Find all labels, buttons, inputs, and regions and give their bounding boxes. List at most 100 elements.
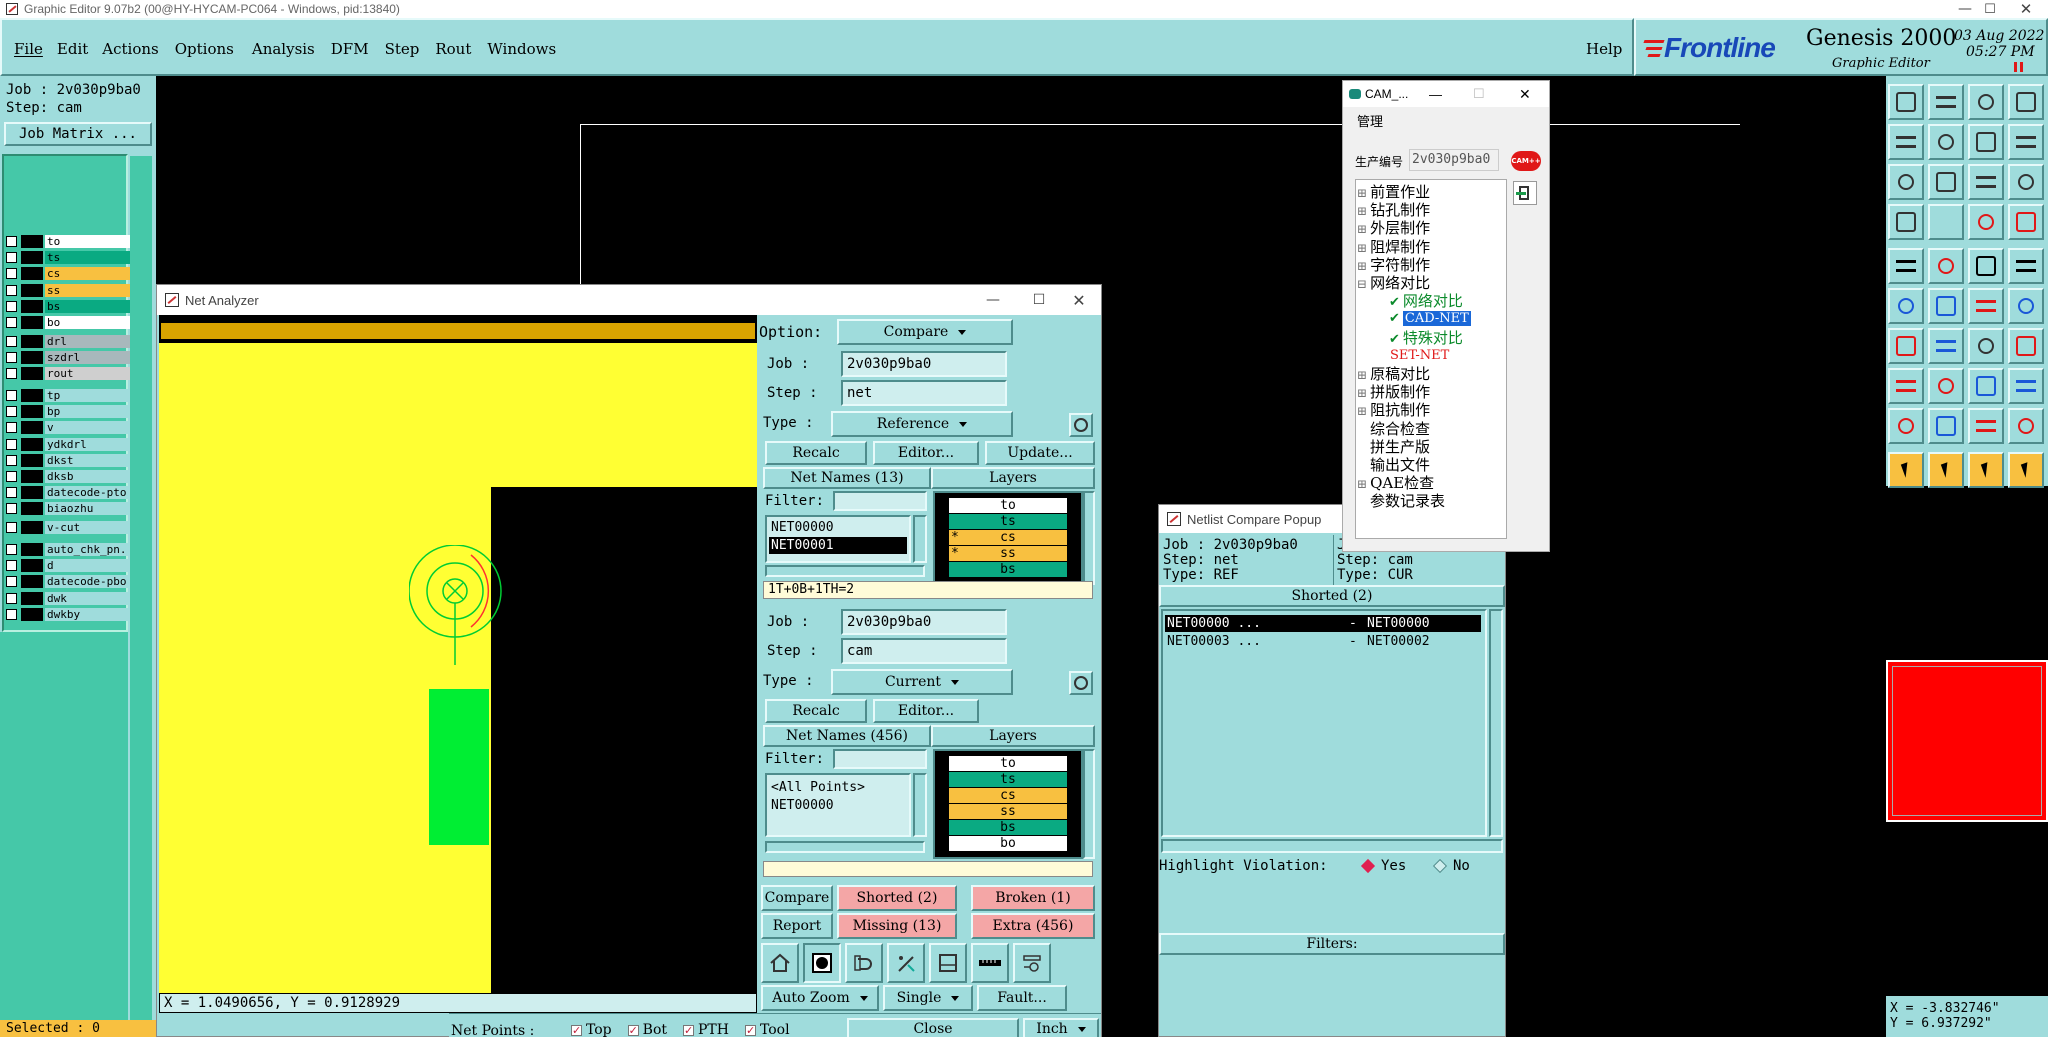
layer-checkbox[interactable] bbox=[6, 608, 17, 620]
menu-dfm[interactable]: DFM bbox=[331, 40, 369, 58]
ref-job-field[interactable]: 2v030p9ba0 bbox=[841, 351, 1007, 377]
layer-row[interactable]: datecode-pto bbox=[6, 485, 131, 500]
cam-tree-item[interactable]: 参数记录表 bbox=[1357, 490, 1445, 511]
dot-tool-button[interactable] bbox=[2008, 248, 2044, 284]
layer-row[interactable]: szdrl bbox=[6, 350, 131, 365]
net-list-item[interactable]: <All Points> bbox=[769, 779, 907, 796]
auto-zoom-dropdown[interactable]: Auto Zoom bbox=[761, 985, 879, 1011]
net-red-2-tool-button[interactable] bbox=[2008, 204, 2044, 240]
net-point-bot-checkbox[interactable]: ✓ Bot bbox=[627, 1022, 667, 1037]
cam-badge-icon[interactable]: CAM++ bbox=[1511, 151, 1541, 171]
layer-row[interactable]: d bbox=[6, 558, 131, 573]
net-point-pth-checkbox[interactable]: ✓ PTH bbox=[683, 1022, 729, 1037]
measure-tool-button[interactable] bbox=[1968, 248, 2004, 284]
cross-tool-button[interactable] bbox=[1928, 288, 1964, 324]
measure-tool-button[interactable] bbox=[971, 943, 1009, 983]
layer-row[interactable]: datecode-pbo bbox=[6, 574, 131, 589]
link-tool-button[interactable] bbox=[1968, 288, 2004, 324]
layer-row[interactable]: bs bbox=[6, 299, 131, 314]
layer-row[interactable]: bo bbox=[6, 315, 131, 330]
scale-tool-button[interactable] bbox=[1968, 164, 2004, 200]
layer-checkbox[interactable] bbox=[6, 268, 17, 280]
net-red-tool-button[interactable] bbox=[1968, 204, 2004, 240]
layer-row[interactable]: cs bbox=[6, 266, 131, 281]
settings-tool-button[interactable] bbox=[1013, 943, 1051, 983]
na-close-icon[interactable]: ✕ bbox=[1059, 285, 1099, 315]
menu-step[interactable]: Step bbox=[385, 40, 420, 58]
broken-button[interactable]: Broken (1) bbox=[971, 885, 1095, 911]
cam-tree-item[interactable]: ✔ CAD-NET bbox=[1389, 308, 1471, 327]
layer-row[interactable]: bp bbox=[6, 404, 131, 419]
missing-button[interactable]: Missing (13) bbox=[837, 913, 957, 939]
layer-checkbox[interactable] bbox=[6, 454, 17, 466]
fault-button[interactable]: Fault... bbox=[977, 985, 1067, 1011]
cam-minimize-icon[interactable]: — bbox=[1429, 87, 1442, 102]
layer-checkbox[interactable] bbox=[6, 544, 17, 555]
cur-layer-vscroll[interactable] bbox=[1083, 749, 1095, 859]
ref-recalc-button[interactable]: Recalc bbox=[765, 441, 867, 465]
layer-checkbox[interactable] bbox=[6, 300, 17, 312]
cut-tool-button[interactable] bbox=[1888, 368, 1924, 404]
layer-checkbox[interactable] bbox=[6, 252, 17, 264]
layer-list-item[interactable]: bo bbox=[949, 836, 1067, 851]
report-button[interactable]: Report bbox=[761, 913, 833, 939]
close-icon[interactable]: ✕ bbox=[2006, 0, 2046, 18]
layer-checkbox[interactable] bbox=[6, 352, 17, 364]
ref-type-dropdown[interactable]: Reference bbox=[831, 411, 1013, 437]
pad-black-tool-button[interactable] bbox=[1888, 248, 1924, 284]
ref-step-field[interactable]: net bbox=[841, 380, 1007, 406]
net-analyzer-titlebar[interactable]: Net Analyzer — ☐ ✕ bbox=[157, 285, 1101, 315]
layer-list-item[interactable]: * cs bbox=[949, 530, 1067, 545]
cam-close-icon[interactable]: ✕ bbox=[1519, 86, 1531, 103]
undo-tool-button[interactable] bbox=[1968, 124, 2004, 160]
single-dropdown[interactable]: Single bbox=[883, 985, 973, 1011]
ref-editor-button[interactable]: Editor... bbox=[873, 441, 979, 465]
layer-checkbox[interactable] bbox=[6, 487, 17, 499]
layer-list-item[interactable]: * ss bbox=[949, 546, 1067, 561]
home-tool-button[interactable] bbox=[761, 943, 799, 983]
layer-row[interactable]: ss bbox=[6, 283, 131, 298]
arc-red-2-tool-button[interactable] bbox=[2008, 408, 2044, 444]
na-maximize-icon[interactable]: ☐ bbox=[1019, 285, 1059, 315]
draw-tool-button[interactable] bbox=[1928, 248, 1964, 284]
close-button[interactable]: Close bbox=[847, 1018, 1019, 1037]
save-step-tool-button[interactable] bbox=[1928, 84, 1964, 120]
layout-tool-button[interactable] bbox=[2008, 84, 2044, 120]
layer-checkbox[interactable] bbox=[6, 438, 17, 450]
menu-analysis[interactable]: Analysis bbox=[252, 40, 315, 58]
layer-row[interactable]: dkst bbox=[6, 453, 131, 468]
fit-all-tool-button[interactable] bbox=[1888, 164, 1924, 200]
cur-editor-button[interactable]: Editor... bbox=[873, 699, 979, 723]
layer-checkbox[interactable] bbox=[6, 592, 17, 604]
cur-recalc-button[interactable]: Recalc bbox=[765, 699, 867, 723]
move-right-tool-button[interactable] bbox=[1928, 124, 1964, 160]
cur-zoom-button[interactable] bbox=[1069, 671, 1093, 695]
layer-row[interactable]: dksb bbox=[6, 469, 131, 484]
shorted-row[interactable]: NET00003 ... - NET00002 bbox=[1165, 633, 1481, 650]
crop-tool-button[interactable] bbox=[1968, 368, 2004, 404]
layer-checkbox[interactable] bbox=[6, 576, 17, 588]
cam-titlebar[interactable]: CAM_... — ☐ ✕ bbox=[1343, 81, 1549, 107]
cam-menu[interactable]: 管理 bbox=[1357, 111, 1383, 130]
branch-tool-button[interactable] bbox=[2008, 288, 2044, 324]
cam-prod-value[interactable]: 2v030p9ba0 bbox=[1409, 149, 1499, 171]
cursor-4-tool-button[interactable] bbox=[2008, 452, 2044, 488]
shorted-button[interactable]: Shorted (2) bbox=[837, 885, 957, 911]
layer-list-item[interactable]: to bbox=[949, 756, 1067, 771]
menu-windows[interactable]: Windows bbox=[487, 40, 556, 58]
net-preview-area[interactable] bbox=[159, 315, 757, 1010]
snap-tool-button[interactable] bbox=[1888, 204, 1924, 240]
help-tool-button[interactable] bbox=[2008, 164, 2044, 200]
ref-zoom-button[interactable] bbox=[1069, 413, 1093, 437]
net-point-top-checkbox[interactable]: ✓ Top bbox=[571, 1022, 612, 1037]
grid-tool-button[interactable] bbox=[1928, 204, 1964, 240]
layer-scroll-region[interactable] bbox=[130, 156, 152, 1026]
layer-checkbox[interactable] bbox=[6, 317, 17, 328]
cur-job-field[interactable]: 2v030p9ba0 bbox=[841, 609, 1007, 635]
option-dropdown[interactable]: Compare bbox=[837, 319, 1013, 345]
units-dropdown[interactable]: Inch bbox=[1023, 1018, 1099, 1037]
cur-net-hscroll[interactable] bbox=[765, 841, 925, 853]
layer-row[interactable]: v-cut bbox=[6, 520, 131, 535]
tri-tool-button[interactable] bbox=[1928, 408, 1964, 444]
ref-filter-input[interactable] bbox=[833, 491, 927, 511]
